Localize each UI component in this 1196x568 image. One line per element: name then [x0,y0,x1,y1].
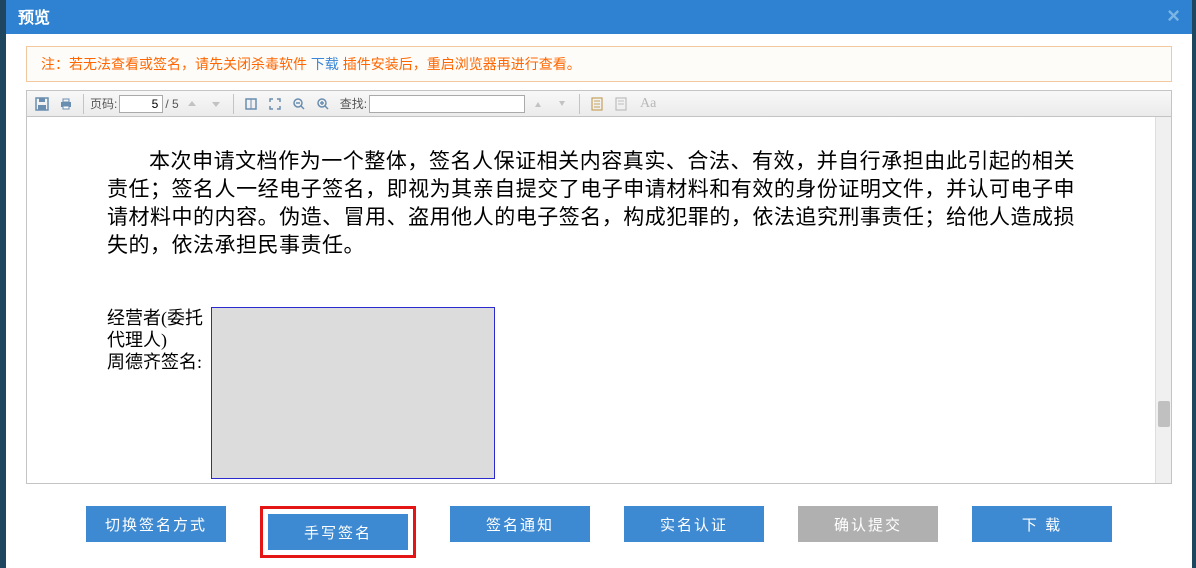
download-button[interactable]: 下 载 [972,506,1112,542]
realname-auth-button[interactable]: 实名认证 [624,506,764,542]
zoom-in-icon[interactable] [312,93,334,115]
page-total: / 5 [165,97,178,111]
fullscreen-icon[interactable] [264,93,286,115]
switch-sign-method-button[interactable]: 切换签名方式 [86,506,226,542]
sig-label-line: 周德齐签名: [107,351,203,373]
notice-prefix: 注：若无法查看或签名，请先关闭杀毒软件 [41,56,311,72]
scrollbar-thumb[interactable] [1158,401,1170,427]
scrollbar[interactable] [1155,117,1171,483]
toolbar-separator [233,94,234,114]
signature-labels: 经营者(委托 代理人) 周德齐签名: [107,307,203,479]
find-prev-icon[interactable] [527,93,549,115]
handwrite-sign-button[interactable]: 手写签名 [268,514,408,550]
zoom-out-icon[interactable] [288,93,310,115]
footer-buttons: 切换签名方式 手写签名 签名通知 实名认证 确认提交 下 载 [26,506,1172,558]
preview-modal: 预览 × 注：若无法查看或签名，请先关闭杀毒软件 下载 插件安装后，重启浏览器再… [6,0,1192,568]
close-icon[interactable]: × [1167,5,1180,27]
find-input[interactable] [369,95,525,113]
download-plugin-link[interactable]: 下载 [311,56,339,72]
viewer-toolbar: 页码: / 5 [27,91,1171,117]
page-label: 页码: [90,95,117,112]
confirm-submit-button: 确认提交 [798,506,938,542]
modal-body: 注：若无法查看或签名，请先关闭杀毒软件 下载 插件安装后，重启浏览器再进行查看。… [6,34,1192,566]
modal-title: 预览 [18,4,50,28]
toolbar-separator [83,94,84,114]
page-input[interactable] [119,95,163,113]
signature-row: 经营者(委托 代理人) 周德齐签名: [107,307,1075,479]
document-viewer: 页码: / 5 [26,90,1172,484]
sig-label-line: 代理人) [107,329,203,351]
stamp-icon[interactable] [610,93,632,115]
viewer-pane: 本次申请文档作为一个整体，签名人保证相关内容真实、合法、有效，并自行承担由此引起… [27,117,1171,483]
find-next-icon[interactable] [551,93,573,115]
document-paragraph: 本次申请文档作为一个整体，签名人保证相关内容真实、合法、有效，并自行承担由此引起… [107,147,1075,259]
signature-box[interactable] [211,307,495,479]
find-label: 查找: [340,95,367,112]
toolbar-separator [579,94,580,114]
notice-bar: 注：若无法查看或签名，请先关闭杀毒软件 下载 插件安装后，重启浏览器再进行查看。 [26,46,1172,82]
modal-header: 预览 × [6,0,1192,34]
save-icon[interactable] [31,93,53,115]
print-icon[interactable] [55,93,77,115]
highlighted-frame: 手写签名 [260,506,416,558]
text-mode-icon[interactable] [586,93,608,115]
page-down-icon[interactable] [205,93,227,115]
fit-page-icon[interactable] [240,93,262,115]
page-up-icon[interactable] [181,93,203,115]
notice-suffix: 插件安装后，重启浏览器再进行查看。 [343,56,581,72]
sign-notify-button[interactable]: 签名通知 [450,506,590,542]
font-size-icon[interactable]: Aa [640,96,656,112]
document-page: 本次申请文档作为一个整体，签名人保证相关内容真实、合法、有效，并自行承担由此引起… [27,117,1155,483]
sig-label-line: 经营者(委托 [107,307,203,329]
